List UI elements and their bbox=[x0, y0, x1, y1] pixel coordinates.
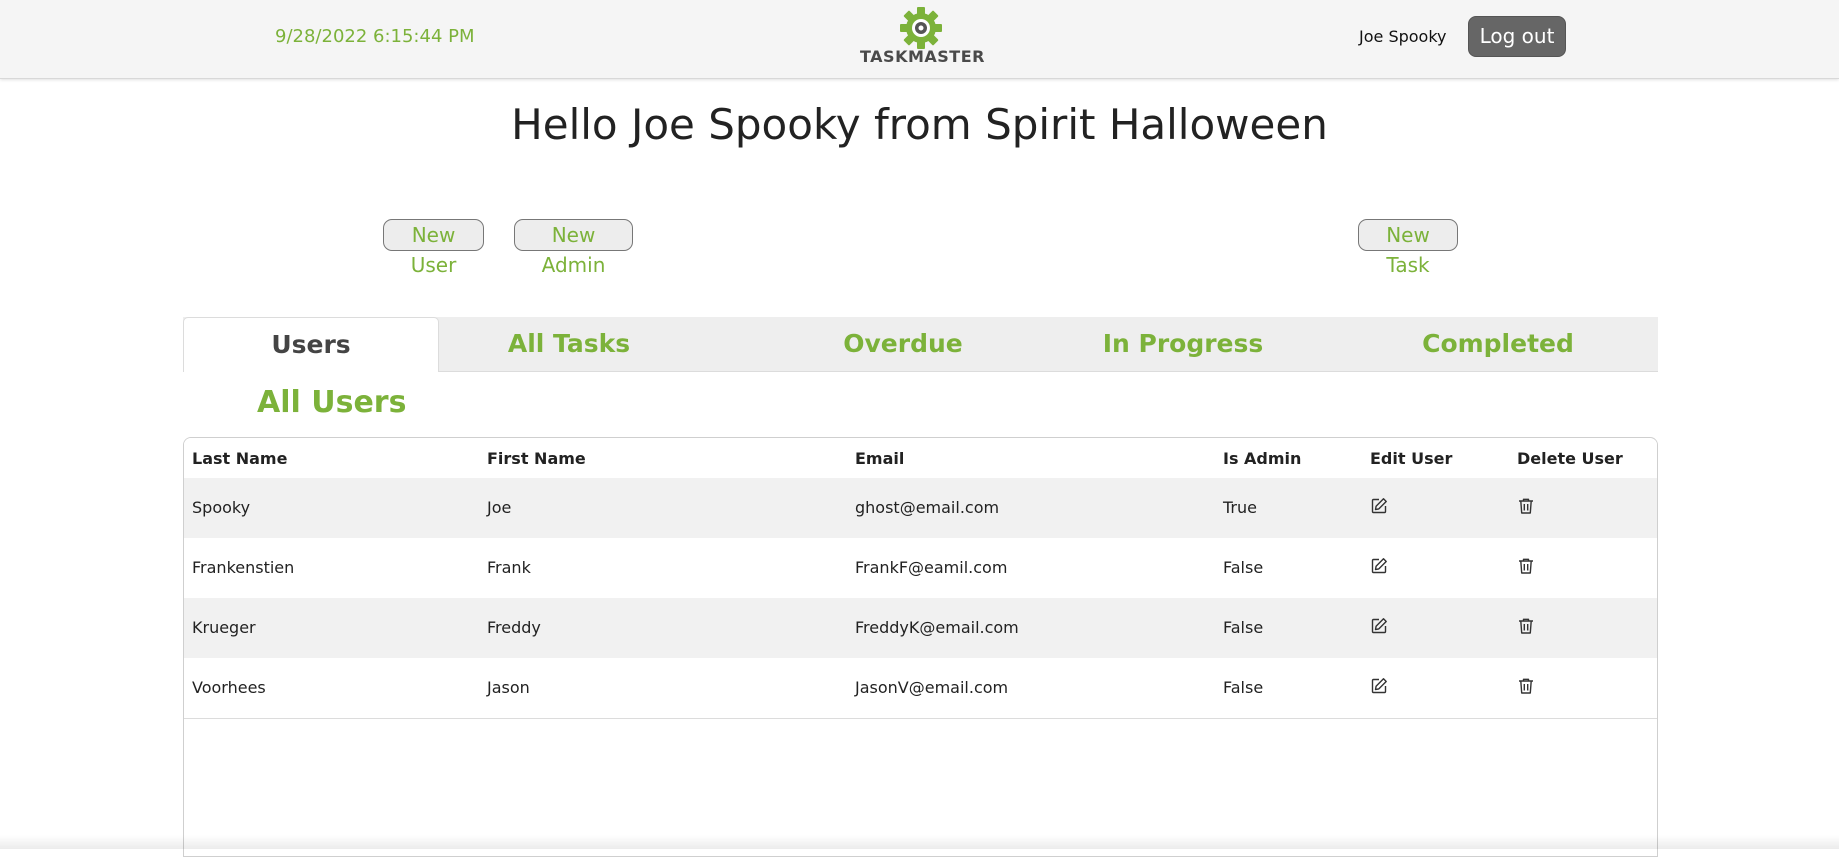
edit-icon[interactable] bbox=[1370, 677, 1390, 697]
section-title: All Users bbox=[257, 385, 407, 420]
column-header-is-admin[interactable]: Is Admin bbox=[1223, 449, 1301, 468]
cell-is-admin: False bbox=[1223, 618, 1264, 637]
edit-icon[interactable] bbox=[1370, 497, 1390, 517]
gear-icon bbox=[900, 7, 942, 49]
trash-icon[interactable] bbox=[1517, 557, 1537, 577]
tab-bar: Users All Tasks Overdue In Progress Comp… bbox=[183, 317, 1658, 372]
logout-button[interactable]: Log out bbox=[1468, 16, 1566, 57]
cell-email: FreddyK@email.com bbox=[855, 618, 1019, 637]
column-header-email[interactable]: Email bbox=[855, 449, 904, 468]
taskmaster-logo[interactable]: TASKMASTER bbox=[860, 7, 985, 69]
tab-in-progress[interactable]: In Progress bbox=[1063, 317, 1303, 371]
tab-overdue[interactable]: Overdue bbox=[803, 317, 1003, 371]
column-header-edit-user: Edit User bbox=[1370, 449, 1453, 468]
cell-last-name: Frankenstien bbox=[192, 558, 295, 577]
column-header-first-name[interactable]: First Name bbox=[487, 449, 586, 468]
edit-icon[interactable] bbox=[1370, 617, 1390, 637]
cell-last-name: Spooky bbox=[192, 498, 251, 517]
column-header-last-name[interactable]: Last Name bbox=[192, 449, 287, 468]
new-admin-button[interactable]: New Admin bbox=[514, 219, 633, 277]
cell-email: ghost@email.com bbox=[855, 498, 1000, 517]
users-table: Last Name First Name Email Is Admin Edit… bbox=[183, 437, 1658, 857]
new-task-button[interactable]: New Task bbox=[1358, 219, 1458, 277]
trash-icon[interactable] bbox=[1517, 677, 1537, 697]
table-row: Krueger Freddy FreddyK@email.com False bbox=[184, 598, 1657, 659]
cell-email: JasonV@email.com bbox=[855, 678, 1009, 697]
current-username: Joe Spooky bbox=[1359, 27, 1447, 46]
cell-last-name: Voorhees bbox=[192, 678, 266, 697]
page-greeting: Hello Joe Spooky from Spirit Halloween bbox=[511, 100, 1328, 149]
table-row: Spooky Joe ghost@email.com True bbox=[184, 478, 1657, 539]
logo-text: TASKMASTER bbox=[860, 47, 985, 66]
tab-completed[interactable]: Completed bbox=[1378, 317, 1618, 371]
new-user-button[interactable]: New User bbox=[383, 219, 484, 277]
cell-is-admin: False bbox=[1223, 678, 1264, 697]
trash-icon[interactable] bbox=[1517, 497, 1537, 517]
tab-all-tasks[interactable]: All Tasks bbox=[439, 317, 699, 371]
cell-last-name: Krueger bbox=[192, 618, 256, 637]
table-row: Voorhees Jason JasonV@email.com False bbox=[184, 658, 1657, 719]
trash-icon[interactable] bbox=[1517, 617, 1537, 637]
cell-first-name: Joe bbox=[487, 498, 512, 517]
cell-email: FrankF@eamil.com bbox=[855, 558, 1008, 577]
cell-first-name: Freddy bbox=[487, 618, 541, 637]
table-header: Last Name First Name Email Is Admin Edit… bbox=[184, 438, 1657, 479]
current-datetime: 9/28/2022 6:15:44 PM bbox=[275, 26, 475, 47]
bottom-edge-shadow bbox=[0, 835, 1839, 849]
cell-is-admin: True bbox=[1223, 498, 1257, 517]
table-row: Frankenstien Frank FrankF@eamil.com Fals… bbox=[184, 538, 1657, 599]
cell-first-name: Frank bbox=[487, 558, 531, 577]
cell-first-name: Jason bbox=[487, 678, 530, 697]
edit-icon[interactable] bbox=[1370, 557, 1390, 577]
top-header: 9/28/2022 6:15:44 PM TASKMASTER Joe Spoo… bbox=[0, 0, 1839, 79]
cell-is-admin: False bbox=[1223, 558, 1264, 577]
tab-users[interactable]: Users bbox=[183, 317, 439, 372]
column-header-delete-user: Delete User bbox=[1517, 449, 1623, 468]
